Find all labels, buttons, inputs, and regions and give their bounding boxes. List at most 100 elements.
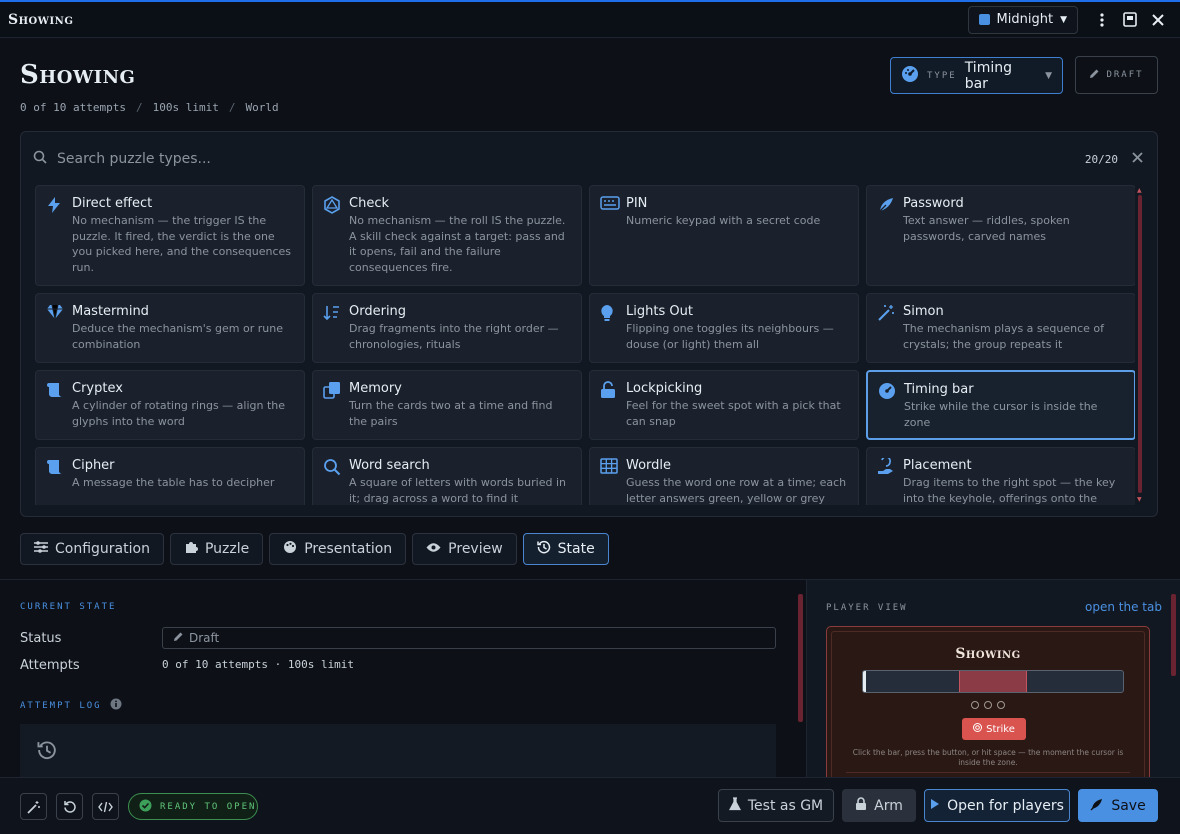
keypad-icon <box>600 196 620 214</box>
magnifier-icon <box>323 458 341 476</box>
open-for-players-label: Open for players <box>947 797 1064 814</box>
card-description: Flipping one toggles its neighbours — do… <box>626 322 834 351</box>
more-vertical-icon[interactable] <box>1088 6 1116 34</box>
window-title: Showing <box>8 11 74 28</box>
attempt-log <box>20 724 776 784</box>
puzzle-piece-icon <box>184 540 198 558</box>
picker-scroll-thumb[interactable] <box>1138 195 1142 493</box>
state-panel: CURRENT STATE Status Draft Attempts 0 of… <box>0 579 1180 786</box>
lightbulb-icon <box>600 304 618 322</box>
player-view-scrollbar[interactable] <box>1171 594 1176 676</box>
card-description: A square of letters with words buried in… <box>349 476 566 505</box>
puzzle-type-card-lights-out[interactable]: Lights Out Flipping one toggles its neigh… <box>589 293 859 363</box>
card-description: A message the table has to decipher <box>72 476 275 489</box>
puzzle-type-card-cryptex[interactable]: Cryptex A cylinder of rotating rings — al… <box>35 370 305 440</box>
puzzle-type-card-direct-effect[interactable]: Direct effect No mechanism — the trigger … <box>35 185 305 286</box>
state-scrollbar[interactable] <box>798 594 803 722</box>
puzzle-type-card-lockpicking[interactable]: Lockpicking Feel for the sweet spot with … <box>589 370 859 440</box>
card-title: Word search <box>349 458 430 473</box>
lock-icon <box>855 796 867 815</box>
play-icon <box>930 798 940 814</box>
magic-wand-icon[interactable] <box>20 793 47 820</box>
tab-label: State <box>557 541 595 557</box>
theme-select[interactable]: Midnight ▼ <box>967 5 1078 34</box>
puzzle-type-card-pin[interactable]: PIN Numeric keypad with a secret code <box>589 185 859 286</box>
puzzle-type-card-word-search[interactable]: Word search A square of letters with word… <box>312 447 582 505</box>
flask-icon <box>728 796 741 815</box>
history-icon <box>536 540 551 558</box>
tab-label: Preview <box>448 541 503 557</box>
card-description: Strike while the cursor is inside the zo… <box>904 400 1098 429</box>
book-icon[interactable] <box>1116 6 1144 34</box>
arm-button[interactable]: Arm <box>842 789 916 822</box>
tab-state[interactable]: State <box>522 533 609 565</box>
cards-icon <box>323 381 341 399</box>
tab-configuration[interactable]: Configuration <box>20 533 164 565</box>
search-input[interactable]: Search puzzle types... <box>57 151 1085 167</box>
pencil-icon <box>1089 68 1100 82</box>
attempt-dot <box>997 701 1005 709</box>
wand-icon <box>877 304 895 322</box>
puzzle-type-card-cipher[interactable]: Cipher A message the table has to deciphe… <box>35 447 305 505</box>
player-view-preview: Showing Strike Click the bar, press the … <box>826 626 1150 786</box>
open-for-players-button[interactable]: Open for players <box>924 789 1070 822</box>
player-view-hint: Click the bar, press the button, or hit … <box>852 748 1124 767</box>
code-icon[interactable] <box>92 793 119 820</box>
result-count: 20/20 <box>1084 152 1118 166</box>
state-details: CURRENT STATE Status Draft Attempts 0 of… <box>0 580 806 784</box>
meta-limit: 100s limit <box>152 101 219 114</box>
draft-button[interactable]: DRAFT <box>1075 56 1158 94</box>
type-select[interactable]: TYPE Timing bar ▼ <box>890 57 1063 94</box>
meta-scope: World <box>245 101 279 114</box>
attempt-dots <box>832 701 1144 709</box>
info-icon[interactable] <box>110 698 122 714</box>
clear-search-icon[interactable] <box>1132 151 1143 167</box>
card-description: Deduce the mechanism's gem or rune combi… <box>72 322 283 351</box>
draft-label: DRAFT <box>1106 70 1144 80</box>
player-view-label: PLAYER VIEW <box>826 603 908 613</box>
puzzle-type-card-ordering[interactable]: Ordering Drag fragments into the right or… <box>312 293 582 363</box>
puzzle-type-card-wordle[interactable]: Wordle Guess the word one row at a time; … <box>589 447 859 505</box>
open-tab-link[interactable]: open the tab <box>1085 600 1162 614</box>
puzzle-type-card-password[interactable]: Password Text answer — riddles, spoken pa… <box>866 185 1135 286</box>
save-button[interactable]: Save <box>1078 789 1158 822</box>
history-icon <box>37 740 57 764</box>
scroll-icon <box>46 381 64 399</box>
puzzle-type-card-memory[interactable]: Memory Turn the cards two at a time and f… <box>312 370 582 440</box>
tab-label: Configuration <box>55 541 150 557</box>
attempt-log-header: ATTEMPT LOG <box>20 698 122 714</box>
save-label: Save <box>1111 797 1146 814</box>
puzzle-type-card-timing-bar[interactable]: Timing bar Strike while the cursor is ins… <box>866 370 1135 440</box>
footer-toolbar: READY TO OPEN Test as GM Arm Open for pl… <box>0 777 1180 834</box>
ready-label: READY TO OPEN <box>160 801 257 812</box>
sort-icon <box>323 304 341 322</box>
puzzle-type-card-check[interactable]: Check No mechanism — the roll IS the puzz… <box>312 185 582 286</box>
card-title: Ordering <box>349 304 407 319</box>
picker-scrollbar[interactable]: ▲ ▼ <box>1137 187 1143 503</box>
gauge-icon <box>901 65 919 87</box>
gem-icon <box>46 304 64 322</box>
arm-label: Arm <box>874 797 903 814</box>
tab-label: Presentation <box>304 541 393 557</box>
puzzle-type-card-simon[interactable]: Simon The mechanism plays a sequence of c… <box>866 293 1135 363</box>
tab-presentation[interactable]: Presentation <box>269 533 407 565</box>
timing-bar[interactable] <box>862 670 1124 693</box>
check-circle-icon <box>139 799 152 815</box>
puzzle-type-card-placement[interactable]: Placement Drag items to the right spot — … <box>866 447 1135 505</box>
current-state-label: CURRENT STATE <box>20 602 117 612</box>
card-title: PIN <box>626 196 648 211</box>
hand-icon <box>877 456 895 476</box>
reset-icon[interactable] <box>56 793 83 820</box>
puzzle-type-card-mastermind[interactable]: Mastermind Deduce the mechanism's gem or … <box>35 293 305 363</box>
tab-puzzle[interactable]: Puzzle <box>169 533 264 565</box>
test-as-gm-button[interactable]: Test as GM <box>718 789 834 822</box>
strike-button[interactable]: Strike <box>962 718 1026 740</box>
tab-preview[interactable]: Preview <box>412 533 517 565</box>
card-title: Timing bar <box>904 382 974 397</box>
card-description: A cylinder of rotating rings — align the… <box>72 399 286 428</box>
close-icon[interactable] <box>1144 6 1172 34</box>
chevron-down-icon: ▼ <box>1045 70 1052 81</box>
d20-icon <box>323 196 341 214</box>
puzzle-type-grid: Direct effect No mechanism — the trigger … <box>35 185 1135 505</box>
card-title: Placement <box>903 458 972 473</box>
